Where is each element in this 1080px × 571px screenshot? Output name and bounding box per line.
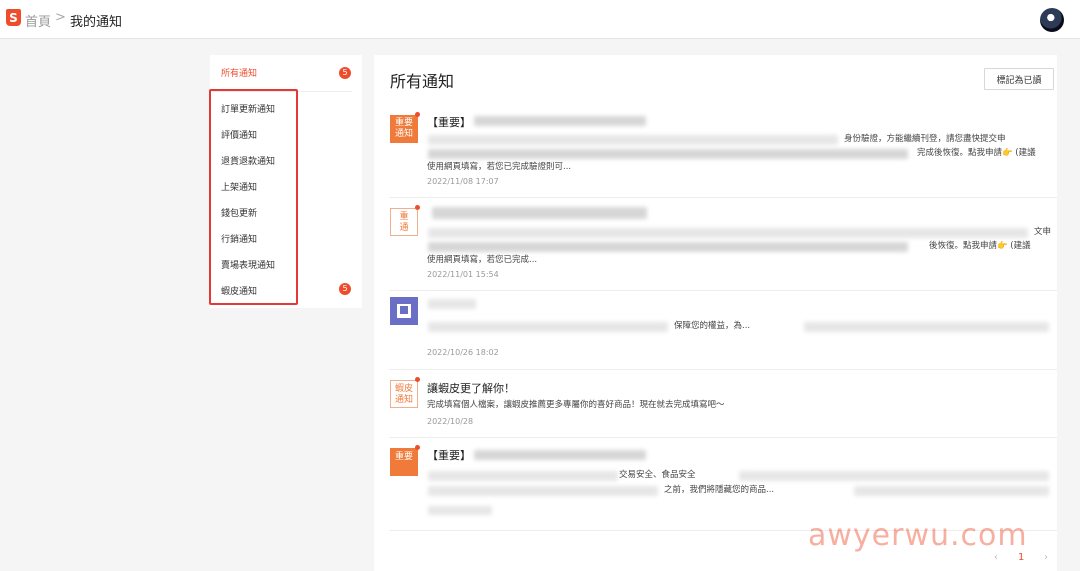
notification-date: 2022/11/01 15:54 (427, 270, 499, 279)
breadcrumb-separator-icon: > (55, 10, 66, 25)
top-header: S 首頁 > 我的通知 (0, 0, 1080, 39)
notification-date: 2022/10/28 (427, 417, 474, 426)
sidebar-item-listings[interactable]: 上架通知 (221, 180, 257, 193)
user-avatar[interactable] (1040, 8, 1064, 32)
notification-item[interactable]: 蝦皮 通知 讓蝦皮更了解你！ 完成填寫個人檔案，讓蝦皮推薦更多專屬你的喜好商品！現… (374, 370, 1057, 437)
redacted-text (428, 149, 908, 159)
notification-panel: 所有通知 標記為已讀 重要 通知 【重要】 身份驗證，方能繼續刊登，請您盡快提交申… (374, 55, 1057, 571)
redacted-text (428, 322, 668, 332)
redacted-text (428, 299, 476, 309)
sidebar-item-marketing[interactable]: 行銷通知 (221, 232, 257, 245)
important-notice-icon: 重要 通知 (390, 115, 418, 143)
breadcrumb-home-link[interactable]: 首頁 (25, 11, 51, 30)
page-title: 所有通知 (390, 72, 455, 91)
notification-body-fragment: 之前，我們將隱藏您的商品... (664, 485, 775, 495)
shopee-notices-count-badge: 5 (339, 283, 351, 295)
redacted-text (428, 135, 838, 145)
redacted-text (739, 471, 1049, 481)
next-page-button[interactable]: › (1044, 552, 1048, 563)
redacted-text (428, 228, 1028, 238)
notification-body-fragment: 保障您的權益，為... (674, 321, 751, 331)
sidebar-item-shop-performance[interactable]: 賣場表現通知 (221, 258, 275, 271)
notification-item[interactable]: 重要 通知 【重要】 身份驗證，方能繼續刊登，請您盡快提交申 完成後恢復。點我申請… (374, 105, 1057, 197)
notification-sidebar: 所有通知 5 訂單更新通知 評價通知 退貨退款通知 上架通知 錢包更新 行銷通知… (210, 55, 362, 308)
notification-item[interactable]: 重要 【重要】 交易安全、食品安全 之前，我們將隱藏您的商品... (374, 438, 1057, 530)
sidebar-item-shopee-notices[interactable]: 蝦皮通知 (221, 284, 257, 297)
redacted-text (428, 486, 658, 496)
notification-title: 讓蝦皮更了解你！ (427, 382, 515, 395)
redacted-text (428, 242, 908, 252)
sidebar-item-order-updates[interactable]: 訂單更新通知 (221, 102, 275, 115)
important-notice-icon: 重要 (390, 448, 418, 476)
notification-title: 【重要】 (427, 116, 471, 129)
sidebar-item-reviews[interactable]: 評價通知 (221, 128, 257, 141)
redacted-text (474, 116, 646, 126)
unread-dot-icon (415, 377, 420, 382)
important-notice-icon: 重通 (390, 208, 418, 236)
redacted-text (804, 322, 1049, 332)
notification-title: 【重要】 (427, 449, 471, 462)
message-notice-icon-inner (400, 306, 408, 314)
unread-count-badge: 5 (339, 67, 351, 79)
notification-body: 完成填寫個人檔案，讓蝦皮推薦更多專屬你的喜好商品！現在就去完成填寫吧～ (427, 400, 725, 410)
notification-body-fragment: 身份驗證，方能繼續刊登，請您盡快提交申 (844, 134, 1006, 144)
notification-item[interactable]: 重通 文申 後恢復。點我申請👉 (建議 使用網頁填寫，若您已完成... 2022… (374, 198, 1057, 290)
shopee-notice-icon: 蝦皮 通知 (390, 380, 418, 408)
shopee-logo-icon[interactable]: S (6, 9, 21, 26)
notification-item[interactable]: 保障您的權益，為... 2022/10/26 18:02 (374, 291, 1057, 369)
watermark: awyerwu.com (808, 518, 1028, 553)
prev-page-button[interactable]: ‹ (994, 552, 998, 563)
notification-body-fragment: 使用網頁填寫，若您已完成... (427, 255, 538, 265)
redacted-text (854, 486, 1049, 496)
notification-body-fragment: 後恢復。點我申請👉 (建議 (929, 241, 1031, 251)
notification-body-fragment: 完成後恢復。點我申請👉 (建議 (917, 148, 1036, 158)
notification-body-fragment: 使用網頁填寫，若您已完成驗證則可... (427, 162, 572, 172)
notification-body-fragment: 交易安全、食品安全 (619, 470, 696, 480)
unread-dot-icon (415, 112, 420, 117)
redacted-text (432, 207, 647, 219)
sidebar-item-all[interactable]: 所有通知 5 (210, 55, 352, 92)
page-number-current[interactable]: 1 (1018, 552, 1024, 563)
redacted-text (428, 471, 618, 481)
message-notice-icon (390, 297, 418, 325)
sidebar-item-label: 所有通知 (221, 69, 258, 79)
sidebar-item-returns-refunds[interactable]: 退貨退款通知 (221, 154, 275, 167)
redacted-text (428, 506, 492, 515)
notification-date: 2022/10/26 18:02 (427, 348, 499, 357)
notification-date: 2022/11/08 17:07 (427, 177, 499, 186)
mark-all-read-button[interactable]: 標記為已讀 (984, 68, 1054, 90)
sidebar-item-wallet[interactable]: 錢包更新 (221, 206, 257, 219)
notification-body-fragment: 文申 (1034, 227, 1052, 237)
breadcrumb-current: 我的通知 (70, 15, 123, 30)
unread-dot-icon (415, 205, 420, 210)
redacted-text (474, 450, 646, 460)
unread-dot-icon (415, 445, 420, 450)
